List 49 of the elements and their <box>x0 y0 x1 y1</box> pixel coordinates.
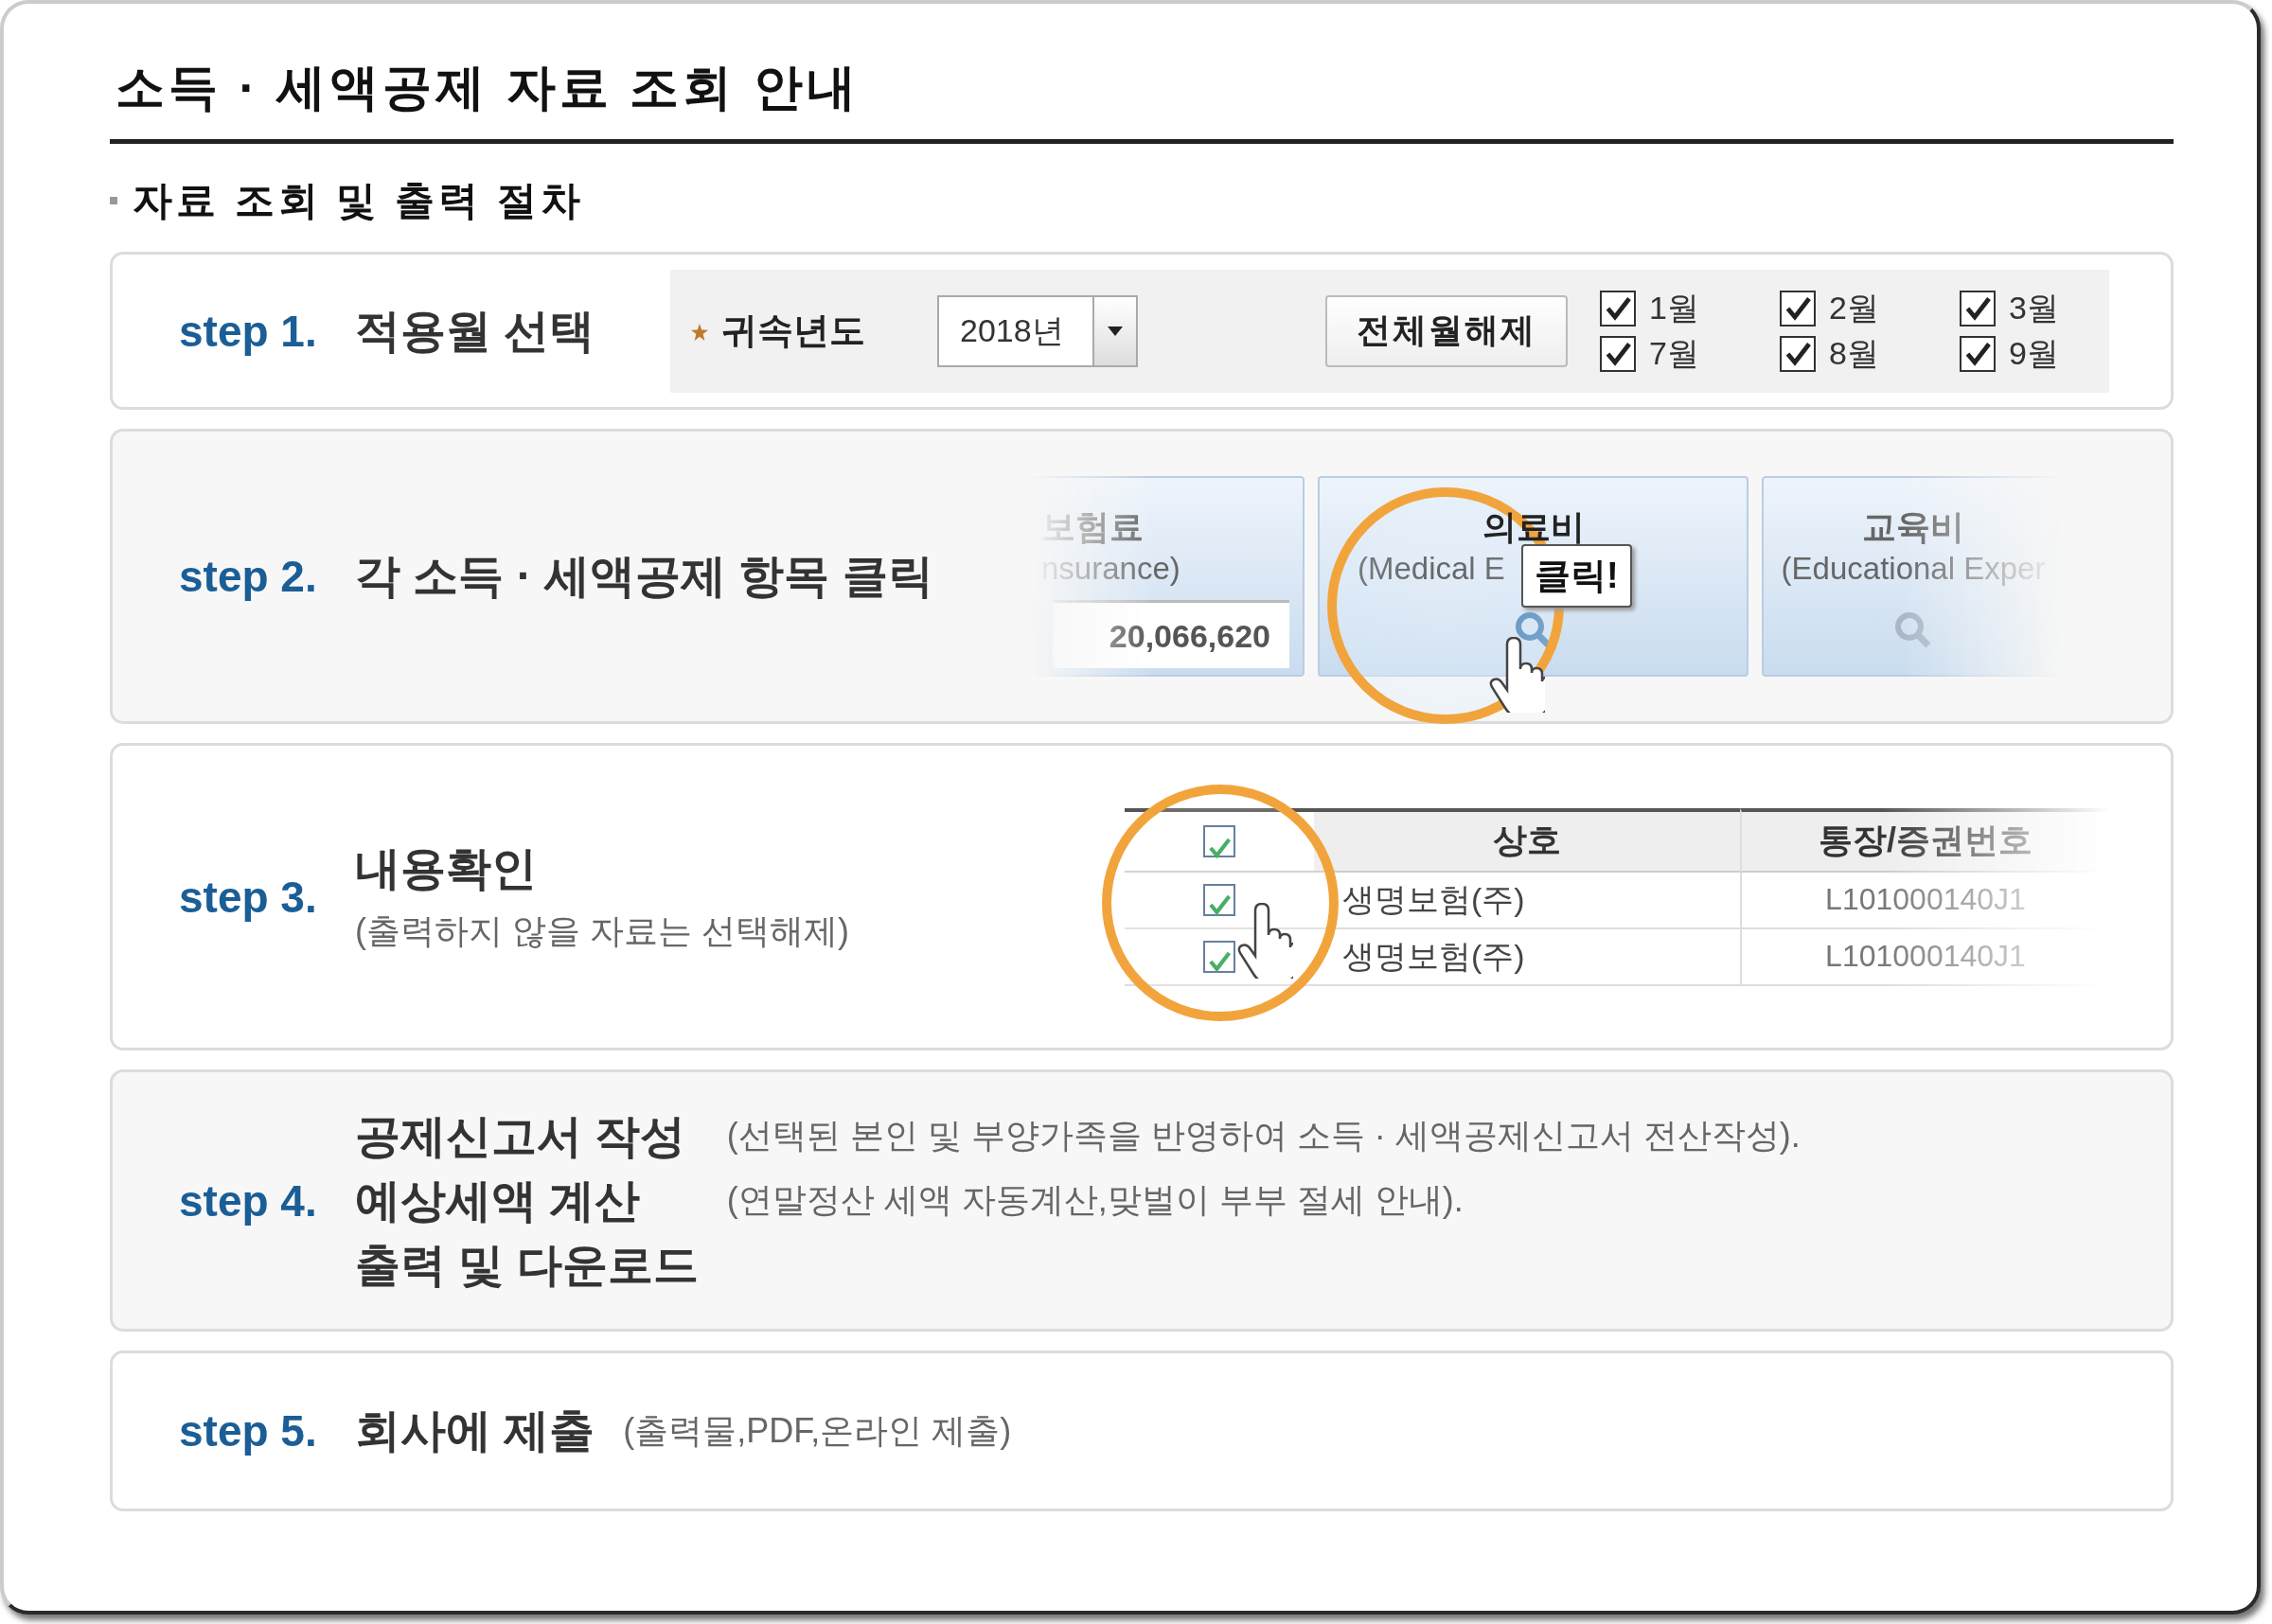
step-note: (연말정산 세액 자동계산,맞벌이 부부 절세 안내). <box>726 1179 1464 1221</box>
field-label: 귀속년도 <box>721 309 866 352</box>
step-number: step 3. <box>178 871 318 923</box>
card-title: 교육비 <box>1862 506 1964 548</box>
page-title: 소득 · 세액공제 자료 조회 안내 <box>110 40 2174 144</box>
checkbox[interactable] <box>1203 883 1235 916</box>
step-note: (출력물,PDF,온라인 제출) <box>623 1409 1012 1452</box>
table-cell: L101000140J1 <box>1740 928 2109 986</box>
caret-icon[interactable] <box>1107 325 1124 337</box>
month-label: 3월 <box>2009 288 2059 327</box>
section-heading: 자료 조회 및 출력 절차 <box>133 177 584 224</box>
checkbox[interactable] <box>1780 335 1816 372</box>
month-label: 2월 <box>1829 288 1879 327</box>
table-cell: 생명보험(주) <box>1314 928 1740 986</box>
hand-cursor-icon <box>1236 902 1293 979</box>
column-header: 상호 <box>1314 807 1740 873</box>
checkbox[interactable] <box>1203 940 1235 973</box>
checkbox[interactable] <box>1600 290 1636 327</box>
step-number: step 5. <box>178 1405 318 1456</box>
step-title: 회사에 제출 <box>355 1404 595 1457</box>
month-label: 1월 <box>1649 288 1699 327</box>
checkbox[interactable] <box>1960 290 1996 327</box>
table-cell: 생명보험(주) <box>1314 872 1740 929</box>
card-subtitle: (Medical E <box>1358 551 1505 587</box>
card-title: 보험료 <box>1041 506 1144 548</box>
step-note: (출력하지 않을 자료는 선택해제) <box>355 910 849 952</box>
step-title: 예상세액 계산 <box>355 1174 642 1227</box>
checkbox[interactable] <box>1600 335 1636 372</box>
step-number: step 4. <box>178 1174 318 1227</box>
month-label: 7월 <box>1649 333 1699 373</box>
step-title: 적용월 선택 <box>355 304 595 358</box>
tooltip: 클릭! <box>1521 544 1632 608</box>
checkbox[interactable] <box>1960 335 1996 372</box>
step-number: step 1. <box>178 305 318 357</box>
step-note: (선택된 본인 및 부양가족을 반영하여 소득 · 세액공제신고서 전산작성). <box>726 1115 1801 1156</box>
step-title: 출력 및 다운로드 <box>355 1238 699 1292</box>
checkbox[interactable] <box>1780 290 1816 327</box>
deselect-all-button[interactable]: 전체월해제 <box>1325 294 1568 367</box>
step-title: 각 소득 · 세액공제 항목 클릭 <box>355 550 933 603</box>
amount-field: 20,066,620 <box>1053 600 1289 668</box>
step-number: step 2. <box>178 551 318 602</box>
step-title: 공제신고서 작성 <box>355 1109 687 1163</box>
bullet-icon <box>110 197 117 204</box>
step-title: 내용확인 <box>355 842 538 895</box>
month-label: 8월 <box>1829 333 1879 373</box>
month-label: 9월 <box>2009 333 2059 373</box>
hand-cursor-icon <box>1488 637 1545 713</box>
checkbox[interactable] <box>1203 824 1235 857</box>
year-dropdown[interactable]: 2018년 <box>937 294 1138 367</box>
